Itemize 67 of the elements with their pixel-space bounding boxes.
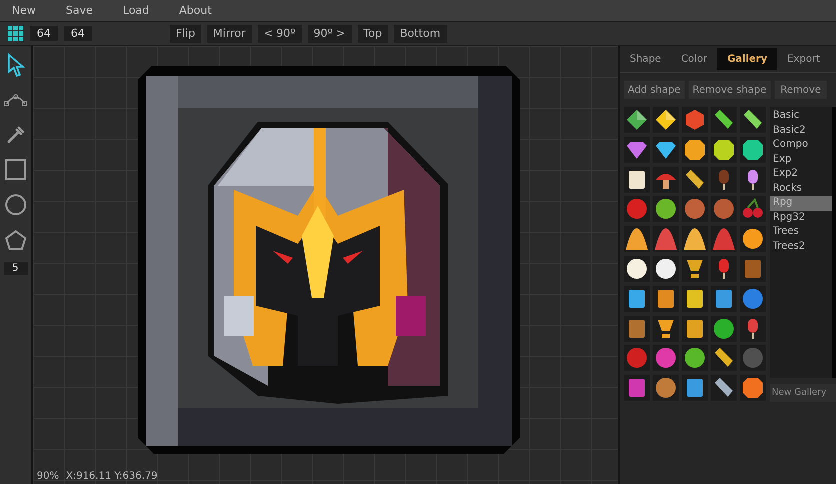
gem-icon xyxy=(741,138,765,162)
toolbar-button[interactable]: Bottom xyxy=(394,24,447,42)
menu-item[interactable]: About xyxy=(171,2,220,19)
gallery-list-item[interactable]: Trees2 xyxy=(770,240,832,254)
toolbar-button[interactable]: < 90º xyxy=(258,24,302,42)
gem-icon xyxy=(741,376,765,400)
gallery-thumbnail[interactable] xyxy=(682,136,708,163)
gallery-thumbnail[interactable] xyxy=(740,166,766,193)
orb-icon xyxy=(741,286,765,311)
arrow-cursor-icon xyxy=(6,53,24,77)
toolbar-button[interactable]: Flip xyxy=(170,24,202,42)
toolbar-button[interactable]: Top xyxy=(358,24,388,42)
menu-item[interactable]: Save xyxy=(58,2,102,19)
gallery-thumbnail[interactable] xyxy=(682,107,708,133)
tool-button[interactable] xyxy=(2,157,28,183)
gallery-thumbnail[interactable] xyxy=(711,107,737,133)
cursor-coordinates: X:916.11 Y:636.79 xyxy=(66,471,158,482)
gallery-list-item[interactable]: Rpg32 xyxy=(770,210,832,225)
height-field[interactable]: 64 xyxy=(64,26,92,41)
gallery-list-item[interactable]: Exp2 xyxy=(770,167,832,182)
gallery-button[interactable]: Remove xyxy=(774,81,828,99)
sides-field[interactable]: 5 xyxy=(4,262,28,275)
gallery-list-item[interactable]: Compo xyxy=(770,138,832,152)
square-icon xyxy=(4,159,26,181)
toolbar-button[interactable]: Mirror xyxy=(207,24,252,42)
gallery-thumbnail[interactable] xyxy=(740,136,766,163)
gallery-list-item[interactable]: Exp xyxy=(770,152,832,167)
gallery-thumbnail[interactable] xyxy=(653,107,679,133)
grid-icon[interactable] xyxy=(8,26,24,42)
menu-item[interactable]: New xyxy=(4,2,44,19)
toolbar-button[interactable]: 90º > xyxy=(308,24,352,42)
gallery-thumbnail[interactable] xyxy=(740,375,766,402)
tab[interactable]: Color xyxy=(671,48,718,70)
tab[interactable]: Shape xyxy=(620,48,672,70)
gallery-button[interactable]: Remove shape xyxy=(688,81,771,99)
gallery-thumbnail[interactable] xyxy=(711,316,737,342)
gallery-thumbnail[interactable] xyxy=(711,166,737,193)
gallery-thumbnail[interactable] xyxy=(653,166,679,193)
zoom-level: 90% xyxy=(37,471,60,482)
gallery-list-item[interactable]: Basic2 xyxy=(770,124,832,138)
gallery-thumbnail[interactable] xyxy=(624,136,650,163)
tool-button[interactable] xyxy=(2,192,28,218)
gallery-thumbnail[interactable] xyxy=(740,196,766,222)
new-gallery-button[interactable]: New Gallery xyxy=(770,384,836,402)
menu-item[interactable]: Load xyxy=(115,2,158,19)
gallery-thumbnail[interactable] xyxy=(711,136,737,163)
gem-icon xyxy=(625,108,649,132)
gallery-list-item[interactable]: Rocks xyxy=(770,182,832,196)
gallery-list-item[interactable]: Trees xyxy=(770,225,832,240)
gallery-thumbnail[interactable] xyxy=(740,107,766,133)
width-field[interactable]: 64 xyxy=(30,26,58,41)
circle-icon xyxy=(4,194,26,216)
gallery-list-item[interactable]: Basic xyxy=(770,109,832,124)
gallery-thumbnail[interactable] xyxy=(624,107,650,133)
gem-icon xyxy=(683,138,707,162)
gem-icon xyxy=(712,138,736,162)
orb-icon xyxy=(712,316,736,341)
tab[interactable]: Gallery xyxy=(717,48,778,70)
tab[interactable]: Export xyxy=(777,48,830,70)
gem-icon xyxy=(654,108,678,132)
gallery-thumbnail[interactable] xyxy=(740,286,766,312)
gallery-button[interactable]: Add shape xyxy=(624,81,685,99)
bezier-curve-icon xyxy=(4,93,28,107)
gallery-thumbnail[interactable] xyxy=(711,256,737,282)
pentagon-icon xyxy=(4,230,26,250)
gallery-thumbnail[interactable] xyxy=(653,136,679,163)
gem-icon xyxy=(683,108,707,132)
